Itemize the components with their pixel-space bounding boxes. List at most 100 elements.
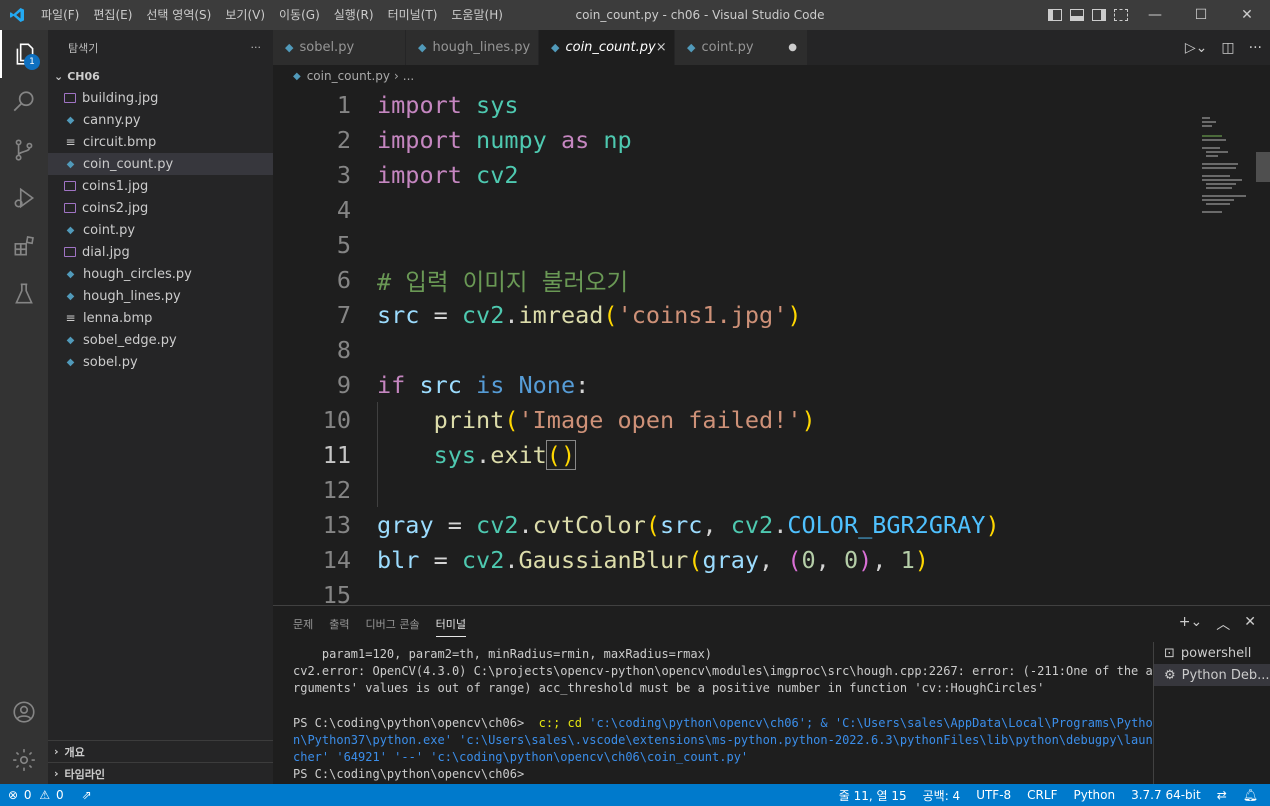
line-number: 14 <box>322 545 351 574</box>
search-icon[interactable] <box>0 78 48 126</box>
editor-tab[interactable]: ◆ coint.py ● <box>675 30 808 65</box>
code-token: COLOR_BGR2GRAY <box>787 510 986 539</box>
unsaved-dot-icon[interactable]: ● <box>788 42 797 53</box>
editor-area: ◆ sobel.py ◆ hough_lines.py ◆ coin_count.py × ◆… <box>273 30 1270 605</box>
notifications-icon[interactable]: 🔔︎ <box>1235 788 1266 802</box>
testing-icon[interactable] <box>0 270 48 318</box>
file-item[interactable]: building.jpg <box>48 87 273 109</box>
file-item[interactable]: ◆ hough_circles.py <box>48 263 273 285</box>
outline-section[interactable]: › 개요 <box>48 740 273 762</box>
customize-layout-icon[interactable] <box>1114 9 1128 21</box>
run-python-icon[interactable]: ▷⌄ <box>1185 40 1208 56</box>
toggle-panel-icon[interactable] <box>1070 9 1084 21</box>
close-tab-icon[interactable]: × <box>656 40 667 55</box>
panel-tab[interactable]: 터미널 <box>435 612 466 637</box>
minimap[interactable] <box>1200 87 1270 605</box>
encoding[interactable]: UTF-8 <box>968 788 1019 802</box>
account-icon[interactable] <box>0 688 48 736</box>
panel-tab[interactable]: 문제 <box>293 612 313 636</box>
editor-tab[interactable]: ◆ coin_count.py × <box>539 30 675 65</box>
more-actions-icon[interactable]: ··· <box>1249 40 1262 56</box>
code-token: = <box>419 300 462 329</box>
code-token: ( <box>688 545 703 574</box>
line-number: 11 <box>322 440 351 469</box>
terminal-segment: PS C:\coding\python\opencv\ch06> <box>293 715 539 730</box>
new-terminal-icon[interactable]: +⌄ <box>1179 614 1202 634</box>
python-file-icon: ◆ <box>551 41 560 54</box>
line-number: 3 <box>336 160 351 189</box>
code-token: ( <box>504 405 519 434</box>
python-file-icon: ◆ <box>687 41 696 54</box>
file-item[interactable]: ◆ sobel.py <box>48 351 273 373</box>
indentation[interactable]: 공백: 4 <box>915 787 969 804</box>
menu-item[interactable]: 편집(E) <box>86 0 139 30</box>
scrollbar-thumb[interactable] <box>1256 152 1270 182</box>
line-source: import sys <box>351 91 519 119</box>
menu-item[interactable]: 실행(R) <box>327 0 381 30</box>
minimize-button[interactable]: — <box>1132 0 1178 30</box>
close-window-button[interactable]: ✕ <box>1224 0 1270 30</box>
breadcrumb-rest[interactable]: ... <box>403 69 414 83</box>
panel-tab[interactable]: 디버그 콘솔 <box>366 612 420 636</box>
timeline-section[interactable]: › 타임라인 <box>48 762 273 784</box>
menu-item[interactable]: 이동(G) <box>272 0 327 30</box>
file-item[interactable]: ◆ coint.py <box>48 219 273 241</box>
code-token: GaussianBlur <box>518 545 689 574</box>
editor-tab[interactable]: ◆ sobel.py <box>273 30 406 65</box>
menu-item[interactable]: 터미널(T) <box>381 0 445 30</box>
folder-ch06[interactable]: ⌄ CH06 <box>48 65 273 87</box>
line-number: 8 <box>336 335 351 364</box>
menu-item[interactable]: 도움말(H) <box>444 0 510 30</box>
code-editor[interactable]: 1 import sys 2 import numpy as np 3 import cv… <box>273 87 1193 606</box>
line-source: import cv2 <box>351 161 519 189</box>
explorer-more-button[interactable]: ··· <box>251 41 262 54</box>
run-debug-icon[interactable] <box>0 174 48 222</box>
feedback-icon[interactable]: ⇄ <box>1209 788 1235 802</box>
code-line: 13 gray = cv2.cvtColor(src, cv2.COLOR_BGR… <box>273 507 1193 542</box>
terminal-instance[interactable]: ⚙ Python Deb... <box>1154 664 1270 686</box>
maximize-panel-icon[interactable]: ︿ <box>1216 614 1230 634</box>
file-item[interactable]: coins1.jpg <box>48 175 273 197</box>
code-token: , <box>815 545 844 574</box>
file-item[interactable]: ◆ hough_lines.py <box>48 285 273 307</box>
code-token: None <box>518 370 576 399</box>
file-item[interactable]: dial.jpg <box>48 241 273 263</box>
line-number: 2 <box>336 125 351 154</box>
breadcrumb-file[interactable]: coin_count.py <box>307 69 390 83</box>
explorer-icon[interactable]: 1 <box>0 30 48 78</box>
settings-gear-icon[interactable] <box>0 736 48 784</box>
python-interpreter[interactable]: 3.7.7 64-bit <box>1123 788 1209 802</box>
file-item[interactable]: ◆ canny.py <box>48 109 273 131</box>
editor-tab[interactable]: ◆ hough_lines.py <box>406 30 539 65</box>
file-item[interactable]: ◆ coin_count.py <box>48 153 273 175</box>
file-item[interactable]: ◆ sobel_edge.py <box>48 329 273 351</box>
file-item[interactable]: ≡ circuit.bmp <box>48 131 273 153</box>
panel-tab[interactable]: 출력 <box>329 612 349 636</box>
menu-item[interactable]: 선택 영역(S) <box>139 0 218 30</box>
terminal-instance[interactable]: ⊡ powershell <box>1154 642 1270 664</box>
file-item[interactable]: coins2.jpg <box>48 197 273 219</box>
maximize-button[interactable]: ☐ <box>1178 0 1224 30</box>
debug-status-icon[interactable]: ⇗ <box>74 788 100 802</box>
end-of-line[interactable]: CRLF <box>1019 788 1065 802</box>
file-name: sobel_edge.py <box>83 332 177 348</box>
terminal-output[interactable]: param1=120, param2=th, minRadius=rmin, m… <box>293 646 1153 784</box>
split-editor-icon[interactable]: ◫ <box>1221 40 1234 56</box>
cursor-position[interactable]: 줄 11, 열 15 <box>831 787 915 804</box>
file-item[interactable]: ≡ lenna.bmp <box>48 307 273 329</box>
code-token: src <box>660 510 703 539</box>
close-panel-icon[interactable]: ✕ <box>1244 614 1256 634</box>
code-token: ) <box>858 545 873 574</box>
menu-item[interactable]: 보기(V) <box>218 0 272 30</box>
menu-item[interactable]: 파일(F) <box>34 0 86 30</box>
tab-label: coin_count.py <box>565 40 656 55</box>
toggle-secondary-sidebar-icon[interactable] <box>1092 9 1106 21</box>
warning-count: 0 <box>55 788 64 802</box>
toggle-sidebar-icon[interactable] <box>1048 9 1062 21</box>
source-control-icon[interactable] <box>0 126 48 174</box>
problems-status[interactable]: ⊗ 0 ⚠ 0 <box>0 788 74 802</box>
extensions-icon[interactable] <box>0 222 48 270</box>
language-mode[interactable]: Python <box>1065 788 1123 802</box>
